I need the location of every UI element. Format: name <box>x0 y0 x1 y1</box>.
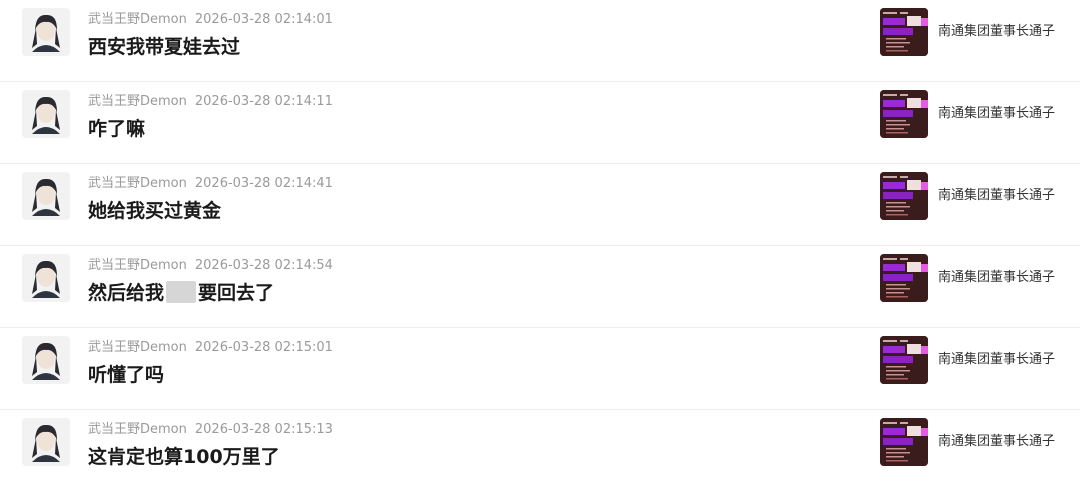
comment-text: 听懂了吗 <box>88 360 164 387</box>
video-thumbnail[interactable] <box>880 8 928 56</box>
comment-meta: 武当王野Demon 2026-03-28 02:15:01 <box>88 336 333 355</box>
timestamp: 2026-03-28 02:14:01 <box>194 12 333 27</box>
comment-row: 武当王野Demon 2026-03-28 02:14:01 西安我带夏娃去过 南通… <box>0 0 1080 82</box>
timestamp: 2026-03-28 02:14:11 <box>194 94 333 109</box>
username[interactable]: 武当王野Demon <box>88 12 187 27</box>
comment-row: 武当王野Demon 2026-03-28 02:15:13 这肯定也算100万里了… <box>0 410 1080 492</box>
redacted-block <box>166 281 197 303</box>
video-thumbnail[interactable] <box>880 254 928 302</box>
comment-row: 武当王野Demon 2026-03-28 02:14:11 咋了嘛 南通集团董事长… <box>0 82 1080 164</box>
video-author[interactable]: 南通集团董事长通子 <box>938 348 1055 367</box>
comment-text-part: 听懂了吗 <box>88 364 165 386</box>
user-avatar[interactable] <box>22 254 70 302</box>
comment-text: 咋了嘛 <box>88 114 145 141</box>
comment-text-part: 她给我买过黄金 <box>88 200 222 222</box>
video-thumbnail[interactable] <box>880 418 928 466</box>
comment-meta: 武当王野Demon 2026-03-28 02:14:01 <box>88 8 333 27</box>
video-thumbnail[interactable] <box>880 172 928 220</box>
user-avatar[interactable] <box>22 172 70 220</box>
video-author[interactable]: 南通集团董事长通子 <box>938 184 1055 203</box>
video-author[interactable]: 南通集团董事长通子 <box>938 102 1055 121</box>
comment-row: 武当王野Demon 2026-03-28 02:15:01 听懂了吗 南通集团董事… <box>0 328 1080 410</box>
comment-text: 这肯定也算100万里了 <box>88 442 280 469</box>
user-avatar[interactable] <box>22 418 70 466</box>
video-author[interactable]: 南通集团董事长通子 <box>938 20 1055 39</box>
comment-text: 西安我带夏娃去过 <box>88 32 240 59</box>
user-avatar[interactable] <box>22 336 70 384</box>
username[interactable]: 武当王野Demon <box>88 340 187 355</box>
video-author[interactable]: 南通集团董事长通子 <box>938 266 1055 285</box>
video-thumbnail[interactable] <box>880 90 928 138</box>
comment-meta: 武当王野Demon 2026-03-28 02:14:11 <box>88 90 333 109</box>
comment-text-part: 咋了嘛 <box>88 118 146 140</box>
comment-meta: 武当王野Demon 2026-03-28 02:15:13 <box>88 418 333 437</box>
comment-text-part: 西安我带夏娃去过 <box>88 36 241 58</box>
video-thumbnail[interactable] <box>880 336 928 384</box>
comment-text: 然后给我 要回去了 <box>88 278 274 305</box>
user-avatar[interactable] <box>22 90 70 138</box>
comment-meta: 武当王野Demon 2026-03-28 02:14:41 <box>88 172 333 191</box>
timestamp: 2026-03-28 02:14:41 <box>194 176 333 191</box>
timestamp: 2026-03-28 02:15:13 <box>194 422 333 437</box>
comment-text-part: 要回去了 <box>198 282 275 304</box>
comment-text: 她给我买过黄金 <box>88 196 221 223</box>
comment-text-part: 然后给我 <box>88 282 165 304</box>
username[interactable]: 武当王野Demon <box>88 258 187 273</box>
comment-row: 武当王野Demon 2026-03-28 02:14:54 然后给我 要回去了 南通… <box>0 246 1080 328</box>
username[interactable]: 武当王野Demon <box>88 94 187 109</box>
username[interactable]: 武当王野Demon <box>88 176 187 191</box>
timestamp: 2026-03-28 02:14:54 <box>194 258 333 273</box>
video-author[interactable]: 南通集团董事长通子 <box>938 430 1055 449</box>
username[interactable]: 武当王野Demon <box>88 422 187 437</box>
timestamp: 2026-03-28 02:15:01 <box>194 340 333 355</box>
comment-text-part: 这肯定也算100万里了 <box>88 446 280 468</box>
user-avatar[interactable] <box>22 8 70 56</box>
comment-row: 武当王野Demon 2026-03-28 02:14:41 她给我买过黄金 南通集… <box>0 164 1080 246</box>
comment-list: 武当王野Demon 2026-03-28 02:14:01 西安我带夏娃去过 南通… <box>0 0 1080 481</box>
comment-meta: 武当王野Demon 2026-03-28 02:14:54 <box>88 254 333 273</box>
